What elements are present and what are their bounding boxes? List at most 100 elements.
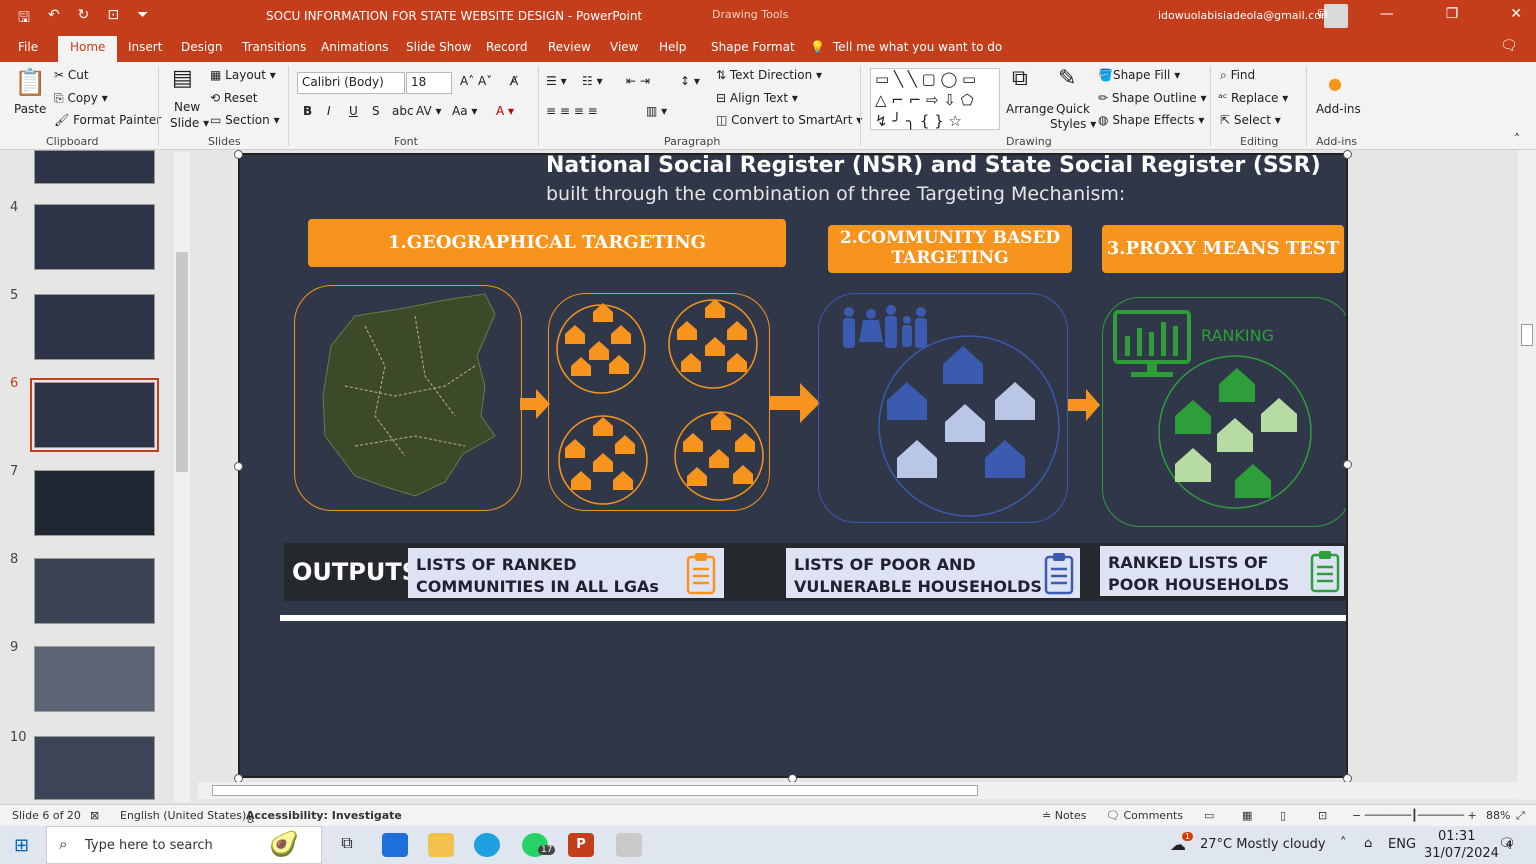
output-ranked-communities[interactable]: LISTS OF RANKED COMMUNITIES IN ALL LGAs bbox=[408, 548, 724, 598]
format-painter-button[interactable]: 🖌 Format Painter bbox=[54, 113, 161, 127]
account-email[interactable]: idowuolabisiadeola@gmail.com bbox=[1158, 9, 1332, 22]
output-poor-vulnerable[interactable]: LISTS OF POOR AND VULNERABLE HOUSEHOLDS bbox=[786, 548, 1080, 598]
underline-button[interactable]: U bbox=[349, 104, 358, 118]
resize-handle[interactable] bbox=[234, 462, 243, 471]
network-icon[interactable]: ⌂ bbox=[1364, 836, 1372, 851]
tab-help[interactable]: Help bbox=[659, 40, 686, 54]
addins-icon[interactable]: ● bbox=[1328, 74, 1342, 93]
save-icon[interactable]: 🖫 bbox=[18, 7, 30, 31]
community-targeting-box[interactable]: 2.COMMUNITY BASED TARGETING bbox=[828, 225, 1072, 273]
slide-thumbnail[interactable] bbox=[34, 736, 155, 800]
slide-thumbnail-selected[interactable] bbox=[30, 378, 159, 452]
reading-view-icon[interactable]: ▯ bbox=[1280, 809, 1286, 822]
tab-file[interactable]: File bbox=[18, 40, 38, 54]
proxy-means-test-box[interactable]: 3.PROXY MEANS TEST bbox=[1102, 225, 1344, 273]
tab-view[interactable]: View bbox=[610, 40, 638, 54]
ribbon-display-icon[interactable]: ⧉ bbox=[1318, 6, 1328, 22]
shape-fill-button[interactable]: 🪣Shape Fill ▾ bbox=[1098, 68, 1180, 82]
line-spacing-icon[interactable]: ↕ ▾ bbox=[680, 74, 700, 88]
tab-slide-show[interactable]: Slide Show bbox=[406, 40, 471, 54]
horizontal-scrollbar[interactable] bbox=[198, 782, 1518, 799]
collapse-ribbon-icon[interactable]: ˄ bbox=[1514, 132, 1520, 146]
align-text-button[interactable]: ⊟ Align Text ▾ bbox=[716, 91, 798, 105]
section-button[interactable]: ▭ Section ▾ bbox=[210, 113, 280, 127]
slide-thumbnail[interactable] bbox=[34, 294, 155, 360]
columns-icon[interactable]: ▥ ▾ bbox=[646, 104, 667, 118]
fit-to-window-icon[interactable]: ⤢ bbox=[1516, 809, 1525, 823]
arrange-button[interactable]: Arrange bbox=[1006, 102, 1054, 116]
shape-effects-button[interactable]: ◍ Shape Effects ▾ bbox=[1098, 113, 1204, 127]
restore-icon[interactable]: ❐ bbox=[1446, 6, 1459, 22]
geographical-targeting-box[interactable]: 1.GEOGRAPHICAL TARGETING bbox=[308, 219, 786, 267]
comments-button[interactable]: 🗨 Comments bbox=[1106, 809, 1183, 822]
slide-thumbnail[interactable] bbox=[34, 150, 155, 184]
close-icon[interactable]: ✕ bbox=[1510, 6, 1522, 22]
tab-review[interactable]: Review bbox=[548, 40, 591, 54]
zoom-level[interactable]: 88% bbox=[1486, 809, 1510, 822]
task-view-icon[interactable]: ⧉ bbox=[334, 833, 360, 857]
language-status[interactable]: English (United States) bbox=[120, 809, 246, 822]
clock-time[interactable]: 01:31 bbox=[1438, 829, 1475, 844]
powerpoint-icon[interactable]: P bbox=[568, 833, 594, 857]
slide-6[interactable]: National Social Register (NSR) and State… bbox=[238, 153, 1348, 778]
slide-thumbnail[interactable] bbox=[34, 558, 155, 624]
mail-icon[interactable] bbox=[382, 833, 408, 857]
new-slide-label-2[interactable]: Slide ▾ bbox=[170, 116, 209, 130]
slide-title[interactable]: National Social Register (NSR) and State… bbox=[546, 155, 1321, 178]
present-icon[interactable]: ⊡ bbox=[107, 7, 119, 31]
scrollbar-thumb[interactable] bbox=[1521, 324, 1533, 346]
slide-scrollbar[interactable] bbox=[1518, 150, 1536, 800]
tab-transitions[interactable]: Transitions bbox=[242, 40, 306, 54]
align-buttons[interactable]: ≡ ≡ ≡ ≡ bbox=[546, 104, 598, 118]
windows-start-icon[interactable]: ⊞ bbox=[14, 835, 29, 856]
minimize-icon[interactable]: — bbox=[1380, 6, 1394, 22]
indent-icon[interactable]: ⇤ ⇥ bbox=[626, 74, 650, 88]
arrange-icon[interactable]: ⧉ bbox=[1012, 66, 1028, 91]
tab-home[interactable]: Home bbox=[58, 36, 118, 62]
find-button[interactable]: ⌕ Find bbox=[1220, 68, 1255, 83]
undo-icon[interactable]: ↶ bbox=[48, 7, 60, 31]
slide-thumbnail[interactable] bbox=[34, 470, 155, 536]
font-name-select[interactable]: Calibri (Body) bbox=[297, 72, 405, 94]
comment-icon[interactable]: 🗨 bbox=[1500, 38, 1518, 54]
resize-handle[interactable] bbox=[1343, 150, 1352, 159]
accessibility-status[interactable]: ♿ Accessibility: Investigate bbox=[246, 809, 402, 826]
italic-button[interactable]: I bbox=[327, 104, 331, 118]
slide-thumbnail[interactable] bbox=[34, 646, 155, 712]
new-slide-icon[interactable]: ▤ bbox=[172, 66, 193, 91]
notes-button[interactable]: ≐ Notes bbox=[1042, 809, 1087, 822]
strikethrough-button[interactable]: abc bbox=[392, 104, 414, 118]
slide-sorter-icon[interactable]: ▦ bbox=[1242, 809, 1252, 822]
spellcheck-icon[interactable]: ⊠ bbox=[90, 809, 99, 822]
weather-text[interactable]: 27°C Mostly cloudy bbox=[1200, 837, 1326, 852]
new-slide-label-1[interactable]: New bbox=[174, 100, 200, 114]
text-direction-button[interactable]: ⇅ Text Direction ▾ bbox=[716, 68, 822, 82]
whatsapp-icon[interactable]: 17 bbox=[522, 833, 556, 857]
output-ranked-poor[interactable]: RANKED LISTS OF POOR HOUSEHOLDS bbox=[1100, 546, 1344, 596]
redo-icon[interactable]: ↻ bbox=[78, 7, 90, 31]
paint-icon[interactable] bbox=[616, 833, 642, 857]
tab-insert[interactable]: Insert bbox=[128, 40, 162, 54]
zoom-slider[interactable]: − ───────┃─────── + bbox=[1352, 809, 1477, 822]
grow-font-icon[interactable]: A˄ A˅ bbox=[460, 74, 492, 88]
cut-button[interactable]: ✂ Cut bbox=[54, 68, 89, 82]
scrollbar-thumb[interactable] bbox=[176, 252, 188, 472]
taskbar-search[interactable]: ⌕ Type here to search 🥑 bbox=[46, 826, 322, 864]
numbering-icon[interactable]: ☷ ▾ bbox=[582, 74, 603, 88]
layout-button[interactable]: ▦ Layout ▾ bbox=[210, 68, 276, 82]
clock-date[interactable]: 31/07/2024 bbox=[1424, 846, 1499, 861]
shapes-gallery[interactable]: ▭ ╲ ╲ ▢ ◯ ▭ △ ⌐ ⌐ ⇨ ⇩ ⬠ ↯ ╯ ╮ { } ☆ bbox=[870, 68, 1000, 130]
paste-icon[interactable]: 📋 bbox=[14, 68, 46, 98]
customize-qat-icon[interactable]: ⏷ bbox=[137, 7, 148, 31]
shape-outline-button[interactable]: ✏ Shape Outline ▾ bbox=[1098, 91, 1207, 105]
copy-button[interactable]: ⎘ Copy ▾ bbox=[54, 91, 108, 106]
tray-chevron-icon[interactable]: ˄ bbox=[1340, 836, 1347, 851]
normal-view-icon[interactable]: ▭ bbox=[1204, 809, 1214, 822]
outputs-label[interactable]: OUTPUTS bbox=[292, 558, 419, 586]
edge-icon[interactable] bbox=[474, 833, 500, 857]
divider-line[interactable] bbox=[280, 615, 1346, 621]
select-button[interactable]: ⇱ Select ▾ bbox=[1220, 113, 1281, 127]
bullets-icon[interactable]: ☰ ▾ bbox=[546, 74, 567, 88]
input-language[interactable]: ENG bbox=[1388, 837, 1416, 852]
quick-styles-icon[interactable]: ✎ bbox=[1058, 66, 1076, 91]
